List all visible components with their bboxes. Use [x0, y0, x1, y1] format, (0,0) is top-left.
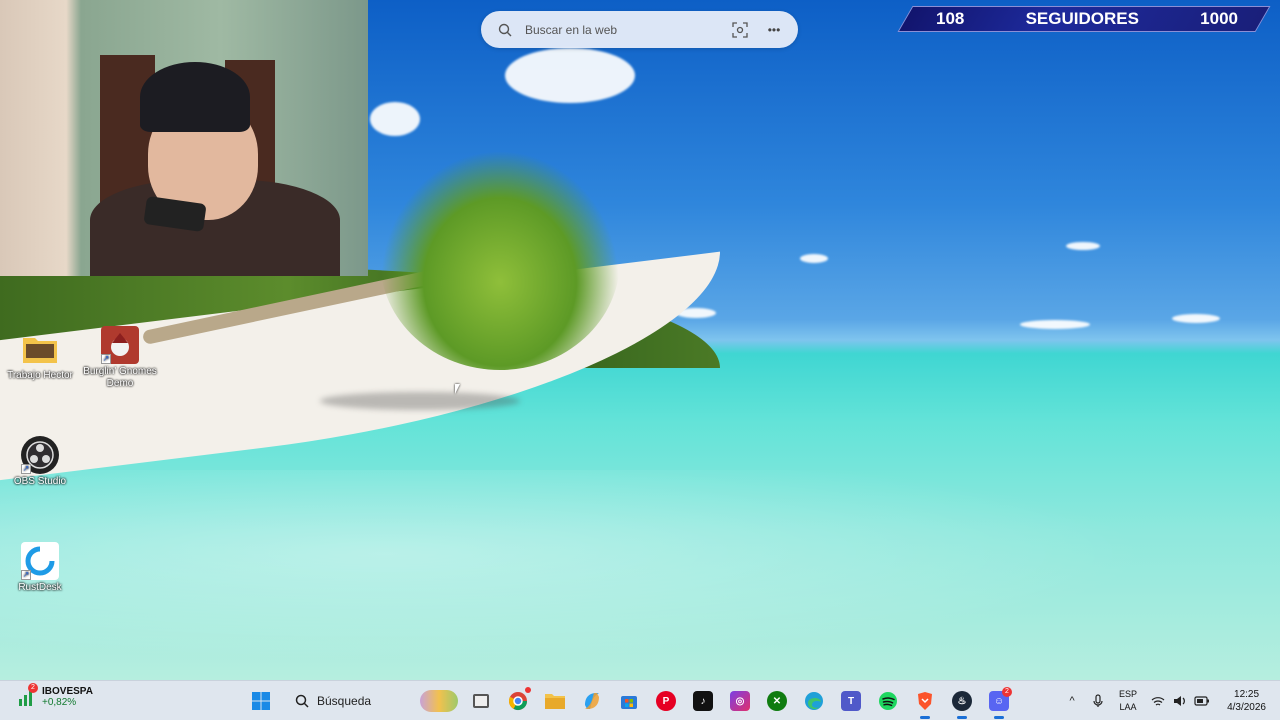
- desktop-icon-rustdesk[interactable]: ↗ RustDesk: [0, 542, 80, 594]
- brave-icon[interactable]: [908, 685, 942, 719]
- instagram-icon[interactable]: ◎: [723, 685, 757, 717]
- stock-chart-icon: 2: [18, 683, 38, 707]
- taskbar: 2 IBOVESPA +0,82% Búsqueda P ♪ ◎ ✕ T ♨ ☺…: [0, 680, 1280, 720]
- discord-icon[interactable]: ☺ 2: [982, 685, 1016, 719]
- file-explorer-icon[interactable]: [538, 685, 572, 717]
- folder-icon: [21, 330, 59, 368]
- taskbar-apps: Búsqueda P ♪ ◎ ✕ T ♨ ☺ 2: [244, 685, 1019, 719]
- xbox-icon[interactable]: ✕: [760, 685, 794, 717]
- rustdesk-icon: ↗: [21, 542, 59, 580]
- cloud: [505, 48, 635, 103]
- volume-icon[interactable]: [1169, 690, 1191, 712]
- windows-icon: [252, 692, 270, 710]
- taskbar-search[interactable]: Búsqueda: [285, 685, 413, 717]
- wifi-icon[interactable]: [1147, 690, 1169, 712]
- desktop-icon-label: Trabajo Hector: [7, 370, 73, 381]
- desktop-icon-obs-studio[interactable]: ↗ OBS Studio: [0, 436, 80, 488]
- pinterest-icon[interactable]: P: [649, 685, 683, 717]
- spotify-icon[interactable]: [871, 685, 905, 717]
- edge-icon[interactable]: [797, 685, 831, 717]
- cloud: [1020, 320, 1090, 329]
- system-tray: ^ ESP LAA 12:25 4/3/2026: [1061, 685, 1266, 717]
- cloud: [1066, 242, 1100, 250]
- widget-badge: 2: [28, 683, 38, 693]
- webcam-overlay: [0, 0, 368, 276]
- stock-change: +0,82%: [42, 697, 77, 708]
- follower-goal-banner: 108 SEGUIDORES 1000: [897, 6, 1271, 32]
- follower-label: SEGUIDORES: [1025, 9, 1139, 28]
- water-shine: [0, 470, 1280, 680]
- cloud: [800, 254, 828, 263]
- palm-leaves: [380, 150, 620, 370]
- clock-date: 4/3/2026: [1227, 702, 1266, 713]
- battery-icon[interactable]: [1191, 690, 1213, 712]
- visual-search-icon[interactable]: [730, 20, 750, 40]
- desktop-icon-label: Burglin' Gnomes Demo: [83, 366, 157, 389]
- search-icon: [295, 694, 309, 708]
- notification-dot: [525, 687, 531, 693]
- keyboard-layout: LAA: [1119, 702, 1137, 712]
- obs-icon: ↗: [21, 436, 59, 474]
- shortcut-arrow-icon: ↗: [101, 354, 111, 364]
- follower-count: 108: [936, 9, 965, 28]
- discord-badge: 2: [1002, 687, 1012, 697]
- tiktok-icon[interactable]: ♪: [686, 685, 720, 717]
- gnome-game-icon: ↗: [101, 326, 139, 364]
- webcam-person-cap: [140, 62, 250, 132]
- cloud: [1172, 314, 1220, 323]
- copilot-icon[interactable]: [575, 685, 609, 717]
- clock[interactable]: 12:25 4/3/2026: [1227, 688, 1266, 714]
- desktop-icon-burglin-gnomes[interactable]: ↗ Burglin' Gnomes Demo: [80, 326, 160, 390]
- desktop-icon-label: OBS Studio: [13, 476, 67, 487]
- follower-goal: 1000: [1200, 9, 1238, 28]
- palm-shadow: [320, 392, 520, 410]
- stock-widget[interactable]: 2 IBOVESPA +0,82%: [18, 683, 93, 708]
- clock-time: 12:25: [1234, 689, 1260, 700]
- more-options-icon[interactable]: •••: [764, 20, 784, 40]
- start-button[interactable]: [244, 685, 278, 717]
- task-view-icon[interactable]: [464, 685, 498, 717]
- search-placeholder[interactable]: Buscar en la web: [525, 23, 730, 37]
- taskbar-search-label: Búsqueda: [317, 694, 372, 708]
- stock-name: IBOVESPA: [42, 686, 93, 697]
- steam-icon[interactable]: ♨: [945, 685, 979, 719]
- widgets-thumbnail-icon[interactable]: [417, 685, 461, 717]
- language-code: ESP: [1119, 689, 1138, 699]
- chevron-up-icon[interactable]: ^: [1061, 690, 1083, 712]
- desktop-icon-trabajo-hector[interactable]: Trabajo Hector: [0, 330, 80, 382]
- language-indicator[interactable]: ESP LAA: [1119, 688, 1137, 714]
- shortcut-arrow-icon: ↗: [21, 464, 31, 474]
- microphone-icon[interactable]: [1087, 690, 1109, 712]
- mouse-cursor: [455, 384, 460, 394]
- search-icon: [495, 20, 515, 40]
- ms-store-icon[interactable]: [612, 685, 646, 717]
- web-search-bar[interactable]: Buscar en la web •••: [481, 11, 798, 48]
- desktop-icon-label: RustDesk: [18, 582, 62, 593]
- shortcut-arrow-icon: ↗: [21, 570, 31, 580]
- chrome-icon[interactable]: [501, 685, 535, 717]
- cloud: [370, 102, 420, 136]
- teams-icon[interactable]: T: [834, 685, 868, 717]
